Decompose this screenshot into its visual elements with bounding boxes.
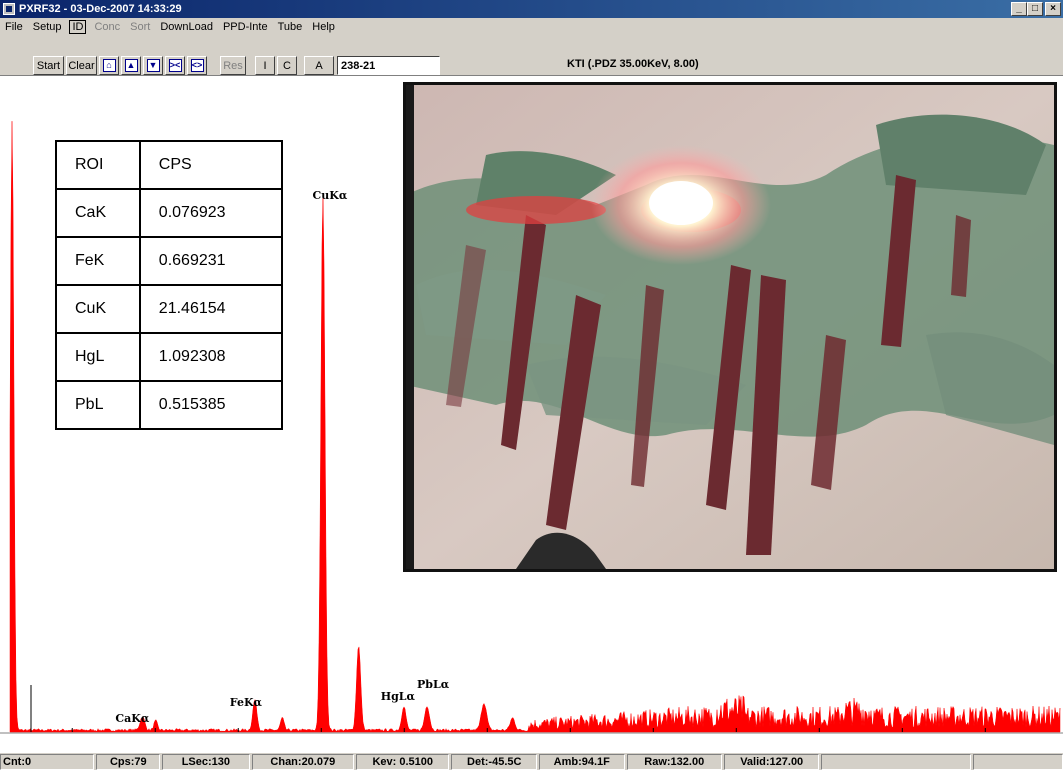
sample-photo: [406, 85, 1054, 569]
peak-label: PbLα: [417, 678, 450, 691]
channel-status: Chan:20.079: [251, 754, 355, 770]
raw-status: Raw:132.00: [626, 754, 722, 770]
app-icon[interactable]: [3, 3, 15, 15]
roi-cell: FeK: [55, 236, 141, 286]
roi-cell: CuK: [55, 284, 141, 334]
roi-table: ROI CPS CaK 0.076923 FeK 0.669231 CuK 21…: [55, 140, 284, 430]
cps-cell: 0.669231: [138, 236, 284, 286]
menu-sort[interactable]: Sort: [125, 21, 155, 33]
status-bar: Cnt:0 Cps:79 LSec:130 Chan:20.079 Kev: 0…: [0, 752, 1063, 770]
table-row: CaK 0.076923: [55, 188, 284, 238]
home-icon: ⌂: [102, 59, 116, 72]
count-status: Cnt:0: [0, 754, 95, 770]
clear-button[interactable]: Clear: [66, 56, 97, 75]
minimize-button[interactable]: _: [1011, 2, 1027, 16]
table-row: PbL 0.515385: [55, 380, 284, 430]
title-bar: PXRF32 - 03-Dec-2007 14:33:29 _ □ ×: [0, 0, 1063, 18]
sample-id-input[interactable]: [337, 56, 440, 75]
menu-id[interactable]: ID: [69, 20, 87, 34]
i-button[interactable]: I: [255, 56, 275, 75]
table-row: CuK 21.46154: [55, 284, 284, 334]
live-seconds-status: LSec:130: [162, 754, 250, 770]
acquisition-status: KTI (.PDZ 35.00KeV, 8.00): [567, 58, 699, 70]
zoom-in-button[interactable]: ><: [165, 56, 185, 75]
down-arrow-icon: ▼: [146, 59, 160, 72]
menu-file[interactable]: File: [0, 21, 28, 33]
peak-label: CaKα: [115, 712, 149, 725]
menu-setup[interactable]: Setup: [28, 21, 67, 33]
zoom-out-button[interactable]: <>: [187, 56, 207, 75]
roi-cell: PbL: [55, 380, 141, 430]
cps-cell: 0.515385: [138, 380, 284, 430]
menu-ppd-inte[interactable]: PPD-Inte: [218, 21, 273, 33]
c-button[interactable]: C: [277, 56, 297, 75]
scale-down-button[interactable]: ▼: [143, 56, 163, 75]
expand-icon: ><: [168, 59, 182, 72]
cps-cell: 1.092308: [138, 332, 284, 382]
ambient-temp-status: Amb:94.1F: [539, 754, 625, 770]
cps-status: Cps:79: [96, 754, 161, 770]
cps-header: CPS: [138, 140, 284, 190]
start-button[interactable]: Start: [33, 56, 64, 75]
menu-bar: File Setup ID Conc Sort DownLoad PPD-Int…: [0, 18, 1063, 36]
window-title: PXRF32 - 03-Dec-2007 14:33:29: [19, 3, 182, 15]
scale-up-button[interactable]: ▲: [121, 56, 141, 75]
peak-label: CuKα: [313, 189, 348, 202]
menu-help[interactable]: Help: [307, 21, 340, 33]
up-arrow-icon: ▲: [124, 59, 138, 72]
cps-cell: 0.076923: [138, 188, 284, 238]
cps-cell: 21.46154: [138, 284, 284, 334]
menu-tube[interactable]: Tube: [273, 21, 308, 33]
peak-label: HgLα: [381, 690, 416, 703]
peak-label: FeKα: [230, 696, 263, 709]
sample-camera-image: [403, 82, 1057, 572]
status-panel-empty: [821, 754, 971, 770]
maximize-button[interactable]: □: [1027, 2, 1043, 16]
table-row: HgL 1.092308: [55, 332, 284, 382]
status-panel-empty: [972, 754, 1063, 770]
menu-conc[interactable]: Conc: [89, 21, 125, 33]
close-button[interactable]: ×: [1045, 2, 1061, 16]
roi-cell: CaK: [55, 188, 141, 238]
a-button[interactable]: A: [304, 56, 334, 75]
menu-download[interactable]: DownLoad: [155, 21, 218, 33]
roi-header-row: ROI CPS: [55, 140, 284, 190]
detector-temp-status: Det:-45.5C: [451, 754, 537, 770]
roi-header: ROI: [55, 140, 141, 190]
res-button[interactable]: Res: [220, 56, 246, 75]
valid-status: Valid:127.00: [723, 754, 820, 770]
table-row: FeK 0.669231: [55, 236, 284, 286]
toolbar: Start Clear ⌂ ▲ ▼ >< <> Res I C A KTI (.…: [0, 36, 1063, 76]
home-button[interactable]: ⌂: [99, 56, 119, 75]
spectrum-plot[interactable]: 2.004.006.008.0010.0012.0014.0016.0018.0…: [0, 77, 1063, 737]
kev-status: Kev: 0.5100: [356, 754, 450, 770]
collapse-icon: <>: [190, 59, 204, 72]
roi-cell: HgL: [55, 332, 141, 382]
